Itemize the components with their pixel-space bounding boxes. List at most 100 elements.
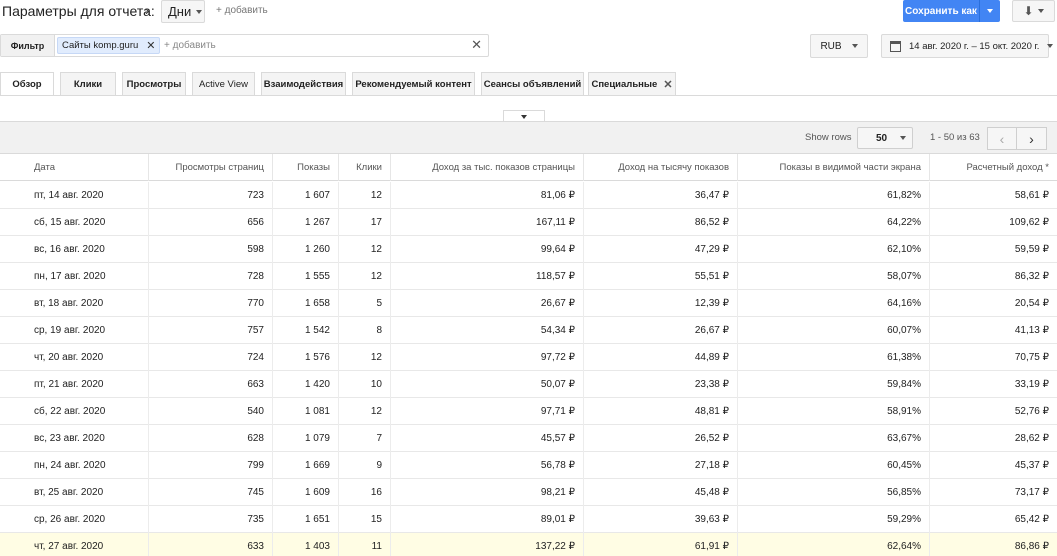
table-row[interactable]: чт, 20 авг. 2020 724 1 576 12 97,72 ₽44,89 ₽…: [0, 344, 1057, 371]
cell-col-impression-rpm: 26,67 ₽: [583, 317, 737, 344]
header-col-impressions[interactable]: Показы: [272, 154, 338, 181]
cell-col-page-rpm: 97,71 ₽: [390, 398, 583, 425]
cell-col-date: вс, 16 авг. 2020: [34, 244, 105, 255]
cell-col-impressions: 1 420: [272, 371, 338, 398]
cell-col-estimated-earnings: 70,75 ₽: [929, 344, 1057, 371]
table-row[interactable]: ср, 19 авг. 2020 757 1 542 8 54,34 ₽26,67 ₽6…: [0, 317, 1057, 344]
cell-col-estimated-earnings: 33,19 ₽: [929, 371, 1057, 398]
cell-col-viewability: 60,45%: [737, 452, 929, 479]
cell-col-viewability: 59,29%: [737, 506, 929, 533]
tab-clicks[interactable]: Клики: [60, 72, 116, 96]
cell-col-viewability: 63,67%: [737, 425, 929, 452]
cell-col-pageviews: 633: [148, 533, 272, 556]
tab-label: Просмотры: [126, 78, 182, 90]
cell-col-pageviews: 728: [148, 263, 272, 290]
tab-overview[interactable]: Обзор: [0, 72, 54, 96]
chevron-left-icon: ‹: [999, 130, 1005, 147]
download-button[interactable]: ⬇: [1012, 0, 1055, 22]
table-row[interactable]: вт, 18 авг. 2020 770 1 658 5 26,67 ₽12,39 ₽6…: [0, 290, 1057, 317]
tab-interactions[interactable]: Взаимодействия: [261, 72, 346, 96]
table-row[interactable]: вс, 16 авг. 2020 598 1 260 12 99,64 ₽47,29 ₽…: [0, 236, 1057, 263]
cell-col-pageviews: 735: [148, 506, 272, 533]
cell-col-estimated-earnings: 52,76 ₽: [929, 398, 1057, 425]
cell-col-date: чт, 27 авг. 2020: [34, 541, 104, 552]
cell-col-page-rpm: 56,78 ₽: [390, 452, 583, 479]
cell-col-clicks: 5: [338, 290, 390, 317]
tab-label: Клики: [73, 78, 103, 90]
tab-label: Сеансы объявлений: [483, 78, 582, 90]
table-row[interactable]: вт, 25 авг. 2020 745 1 609 16 98,21 ₽45,48 ₽…: [0, 479, 1057, 506]
cell-col-date: сб, 15 авг. 2020: [34, 217, 106, 228]
currency-dropdown[interactable]: RUB: [810, 34, 868, 58]
filter-bar: Фильтр Сайты komp.guru ✕ + добавить ✕: [0, 34, 489, 57]
header-col-estimated-earnings[interactable]: Расчетный доход *: [929, 154, 1057, 181]
cell-col-pageviews: 598: [148, 236, 272, 263]
cell-col-pageviews: 770: [148, 290, 272, 317]
header-col-date[interactable]: Дата: [0, 154, 148, 181]
cell-col-page-rpm: 45,57 ₽: [390, 425, 583, 452]
cell-col-clicks: 12: [338, 236, 390, 263]
caret-down-icon: [987, 9, 993, 13]
header-col-impression-rpm[interactable]: Доход на тысячу показов: [583, 154, 737, 181]
date-range-picker[interactable]: 14 авг. 2020 г. – 15 окт. 2020 г.: [881, 34, 1054, 58]
filter-chip-sites[interactable]: Сайты komp.guru ✕: [57, 37, 161, 54]
table-row[interactable]: вс, 23 авг. 2020 628 1 079 7 45,57 ₽26,52 ₽6…: [0, 425, 1057, 452]
add-filter-input[interactable]: + добавить: [164, 40, 216, 51]
tab-views[interactable]: Просмотры: [122, 72, 186, 96]
cell-col-impressions: 1 267: [272, 209, 338, 236]
next-page-button[interactable]: ›: [1017, 127, 1047, 150]
date-range-label: 14 авг. 2020 г. – 15 окт. 2020 г.: [909, 40, 1040, 52]
cell-col-clicks: 16: [338, 479, 390, 506]
tab-recommended-content[interactable]: Рекомендуемый контент: [352, 72, 475, 96]
cell-col-impressions: 1 669: [272, 452, 338, 479]
close-icon[interactable]: ✕: [663, 78, 672, 91]
add-dimension-link[interactable]: + добавить: [216, 5, 268, 16]
download-icon: ⬇: [1023, 4, 1034, 18]
table-row[interactable]: сб, 22 авг. 2020 540 1 081 12 97,71 ₽48,81 ₽…: [0, 398, 1057, 425]
caret-down-icon: [900, 136, 906, 140]
clear-filters-icon[interactable]: ✕: [471, 37, 482, 53]
rows-per-page-select[interactable]: 50: [857, 127, 913, 149]
cell-col-viewability: 60,07%: [737, 317, 929, 344]
cell-col-impression-rpm: 86,52 ₽: [583, 209, 737, 236]
table-row[interactable]: пн, 17 авг. 2020 728 1 555 12 118,57 ₽55,51 …: [0, 263, 1057, 290]
cell-col-impression-rpm: 61,91 ₽: [583, 533, 737, 556]
header-col-clicks[interactable]: Клики: [338, 154, 390, 181]
cell-col-estimated-earnings: 41,13 ₽: [929, 317, 1057, 344]
cell-col-viewability: 61,82%: [737, 182, 929, 209]
cell-col-clicks: 9: [338, 452, 390, 479]
close-icon[interactable]: ✕: [146, 39, 155, 52]
tab-ad-sessions[interactable]: Сеансы объявлений: [481, 72, 584, 96]
cell-col-impressions: 1 542: [272, 317, 338, 344]
cell-col-viewability: 64,16%: [737, 290, 929, 317]
cell-col-impressions: 1 403: [272, 533, 338, 556]
tabs-divider: [0, 95, 1057, 96]
cell-col-estimated-earnings: 58,61 ₽: [929, 182, 1057, 209]
cell-col-impressions: 1 081: [272, 398, 338, 425]
table-row[interactable]: ср, 26 авг. 2020 735 1 651 15 89,01 ₽39,63 ₽…: [0, 506, 1057, 533]
filter-label: Фильтр: [1, 35, 55, 56]
table-row[interactable]: сб, 15 авг. 2020 656 1 267 17 167,11 ₽86,52 …: [0, 209, 1057, 236]
cell-col-estimated-earnings: 59,59 ₽: [929, 236, 1057, 263]
table-row[interactable]: чт, 27 авг. 2020 633 1 403 11 137,22 ₽61,91 …: [0, 533, 1057, 556]
tab-label: Обзор: [12, 78, 42, 90]
tab-active-view[interactable]: Active View: [192, 72, 255, 96]
header-col-pageviews[interactable]: Просмотры страниц: [148, 154, 272, 181]
cell-col-date: ср, 26 авг. 2020: [34, 514, 106, 525]
save-as-button[interactable]: Сохранить как: [903, 0, 1000, 22]
table-row[interactable]: пт, 21 авг. 2020 663 1 420 10 50,07 ₽23,38 ₽…: [0, 371, 1057, 398]
prev-page-button[interactable]: ‹: [987, 127, 1017, 150]
table-row[interactable]: пт, 14 авг. 2020 723 1 607 12 81,06 ₽36,47 ₽…: [0, 182, 1057, 209]
cell-col-clicks: 12: [338, 398, 390, 425]
dimension-days-dropdown[interactable]: Дни: [161, 0, 205, 23]
save-as-dropdown[interactable]: [980, 9, 1000, 13]
tab-custom[interactable]: Специальные ✕: [588, 72, 676, 96]
header-col-page-rpm[interactable]: Доход за тыс. показов страницы: [390, 154, 583, 181]
table-row[interactable]: пн, 24 авг. 2020 799 1 669 9 56,78 ₽27,18 ₽6…: [0, 452, 1057, 479]
cell-col-page-rpm: 97,72 ₽: [390, 344, 583, 371]
table-header: Дата Просмотры страниц Показы Клики Доход за…: [0, 154, 1057, 181]
cell-col-date: вт, 18 авг. 2020: [34, 298, 104, 309]
report-params-title: Параметры для отчета:: [2, 3, 155, 19]
cell-col-viewability: 62,64%: [737, 533, 929, 556]
header-col-viewability[interactable]: Показы в видимой части экрана: [737, 154, 929, 181]
